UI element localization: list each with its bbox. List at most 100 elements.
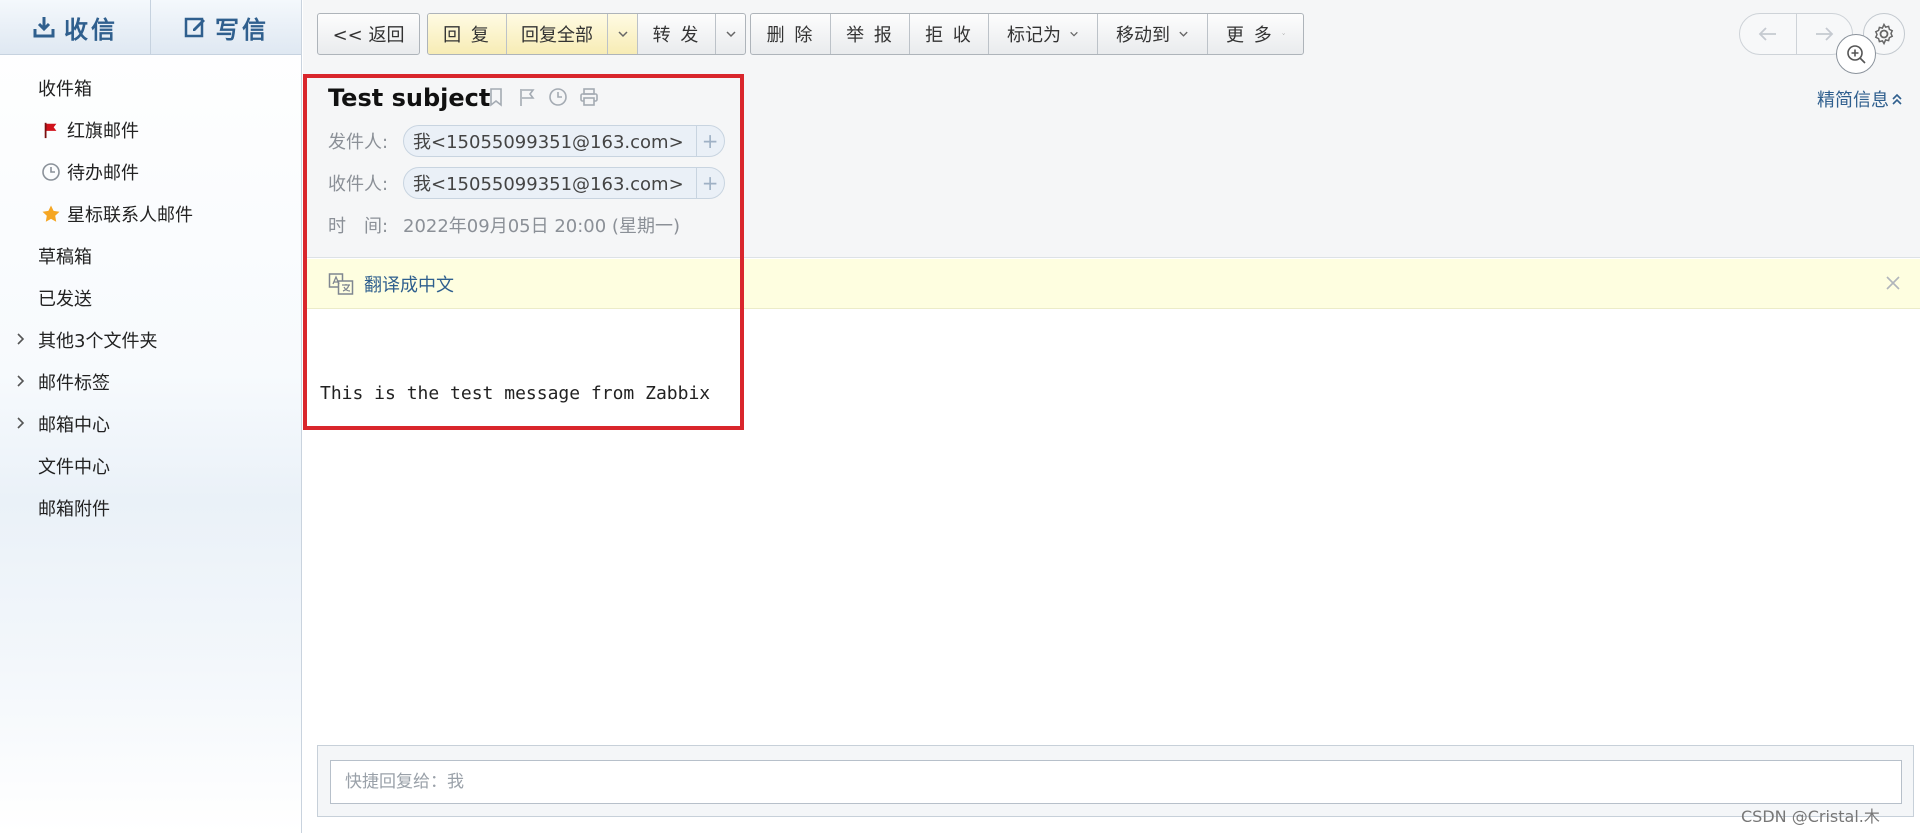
previous-message-button[interactable] — [1740, 14, 1796, 54]
quick-reply-expand-button[interactable] — [1836, 34, 1876, 74]
add-contact-button[interactable]: + — [695, 168, 724, 198]
to-label: 收件人: — [328, 174, 389, 195]
chevron-down-icon — [1282, 33, 1285, 35]
close-icon[interactable] — [1883, 273, 1903, 293]
folder-attachments[interactable]: 邮箱附件 — [0, 487, 301, 529]
reply-all-button[interactable]: 回复全部 — [506, 14, 607, 54]
toolbar: << 返回 回 复 回复全部 转 发 删 除 举 报 拒 收 标记为 移动到 更… — [303, 0, 1920, 66]
folder-other[interactable]: 其他3个文件夹 — [0, 319, 301, 361]
folder-red-flag[interactable]: 红旗邮件 — [0, 109, 301, 151]
chevron-down-icon — [1070, 31, 1078, 37]
action-group: 删 除 举 报 拒 收 标记为 移动到 更 多 — [750, 13, 1304, 55]
translate-bar: 翻译成中文 — [303, 259, 1920, 309]
mark-as-button[interactable]: 标记为 — [988, 14, 1097, 54]
simplify-info-label: 精简信息 — [1817, 90, 1889, 111]
subject-actions — [486, 87, 599, 107]
clock-icon[interactable] — [548, 87, 568, 107]
red-flag-icon — [40, 119, 62, 141]
folder-mail-center[interactable]: 邮箱中心 — [0, 403, 301, 445]
to-address-chip[interactable]: 我<15055099351@163.com> + — [403, 167, 725, 199]
forward-dropdown[interactable] — [715, 14, 745, 54]
reply-button[interactable]: 回 复 — [428, 14, 506, 54]
translate-icon — [328, 272, 354, 295]
time-label: 时 间: — [328, 216, 389, 237]
sidebar: 收信 写信 收件箱 红旗邮件 待办邮件 星标联系人邮件 草稿箱 已发送 其他3个… — [0, 0, 302, 833]
folder-label: 红旗邮件 — [67, 121, 139, 142]
folder-label: 已发送 — [38, 289, 92, 310]
star-icon — [40, 203, 62, 225]
from-label: 发件人: — [328, 132, 389, 153]
mark-as-label: 标记为 — [1007, 25, 1061, 46]
folder-file-center[interactable]: 文件中心 — [0, 445, 301, 487]
move-to-label: 移动到 — [1116, 25, 1170, 46]
folder-label: 邮件标签 — [38, 373, 110, 394]
arrow-right-icon — [1816, 27, 1834, 41]
chevron-down-icon — [725, 31, 736, 38]
message-header: Test subject 发件人: 我<15055099351@163.com>… — [303, 66, 1920, 258]
simplify-info-link[interactable]: 精简信息 — [1817, 86, 1903, 112]
translate-button[interactable]: 翻译成中文 — [328, 271, 454, 297]
folder-label: 收件箱 — [38, 79, 92, 100]
quick-reply-panel — [317, 745, 1914, 817]
double-chevron-up-icon — [1892, 93, 1902, 105]
chevron-right-icon[interactable] — [14, 416, 28, 430]
folder-label: 草稿箱 — [38, 247, 92, 268]
delete-button[interactable]: 删 除 — [751, 14, 830, 54]
folder-label: 邮箱附件 — [38, 499, 110, 520]
folder-label: 待办邮件 — [67, 163, 139, 184]
flag-icon[interactable] — [517, 87, 537, 107]
compose-mail-label: 写信 — [215, 15, 269, 44]
folder-mail-tags[interactable]: 邮件标签 — [0, 361, 301, 403]
receive-mail-label: 收信 — [64, 15, 118, 44]
time-row: 时 间: 2022年09月05日 20:00 (星期一) — [328, 209, 680, 241]
quick-reply-input[interactable] — [330, 760, 1902, 804]
reject-button[interactable]: 拒 收 — [909, 14, 988, 54]
zoom-in-icon — [1847, 45, 1866, 64]
arrow-left-icon — [1758, 27, 1776, 41]
more-button[interactable]: 更 多 — [1207, 14, 1303, 54]
folder-drafts[interactable]: 草稿箱 — [0, 235, 301, 277]
message-subject: Test subject — [328, 84, 491, 112]
chevron-down-icon — [1179, 31, 1188, 37]
gear-icon — [1874, 22, 1894, 46]
folder-todo[interactable]: 待办邮件 — [0, 151, 301, 193]
folder-label: 其他3个文件夹 — [38, 331, 158, 352]
forward-button[interactable]: 转 发 — [637, 14, 715, 54]
folder-list: 收件箱 红旗邮件 待办邮件 星标联系人邮件 草稿箱 已发送 其他3个文件夹 邮件… — [0, 55, 301, 529]
folder-sent[interactable]: 已发送 — [0, 277, 301, 319]
message-body: This is the test message from Zabbix — [320, 383, 711, 404]
add-contact-button[interactable]: + — [695, 126, 724, 156]
compose-mail-button[interactable]: 写信 — [150, 0, 301, 54]
main-panel: << 返回 回 复 回复全部 转 发 删 除 举 报 拒 收 标记为 移动到 更… — [303, 0, 1920, 833]
bookmark-icon[interactable] — [486, 87, 506, 107]
from-row: 发件人: 我<15055099351@163.com> + — [328, 125, 725, 157]
print-icon[interactable] — [579, 87, 599, 107]
to-address: 我<15055099351@163.com> — [413, 174, 684, 195]
folder-inbox[interactable]: 收件箱 — [0, 67, 301, 109]
folder-label: 邮箱中心 — [38, 415, 110, 436]
clock-icon — [40, 161, 62, 183]
receive-mail-button[interactable]: 收信 — [0, 0, 150, 54]
reply-group: 回 复 回复全部 转 发 — [427, 13, 746, 55]
watermark: CSDN @Cristal.木 — [1741, 807, 1880, 826]
back-button[interactable]: << 返回 — [318, 14, 419, 54]
from-address: 我<15055099351@163.com> — [413, 132, 684, 153]
sidebar-top-actions: 收信 写信 — [0, 0, 301, 55]
chevron-right-icon[interactable] — [14, 374, 28, 388]
reply-all-dropdown[interactable] — [607, 14, 637, 54]
back-group: << 返回 — [317, 13, 420, 55]
inbox-download-icon — [33, 17, 55, 38]
folder-label: 星标联系人邮件 — [67, 205, 193, 226]
chevron-down-icon — [617, 31, 628, 38]
report-button[interactable]: 举 报 — [830, 14, 909, 54]
to-row: 收件人: 我<15055099351@163.com> + — [328, 167, 725, 199]
folder-label: 文件中心 — [38, 457, 110, 478]
from-address-chip[interactable]: 我<15055099351@163.com> + — [403, 125, 725, 157]
move-to-button[interactable]: 移动到 — [1097, 14, 1207, 54]
more-label: 更 多 — [1226, 25, 1274, 46]
time-value: 2022年09月05日 20:00 (星期一) — [403, 216, 680, 237]
compose-edit-icon — [184, 17, 205, 38]
folder-starred-contacts[interactable]: 星标联系人邮件 — [0, 193, 301, 235]
translate-label: 翻译成中文 — [364, 274, 454, 296]
chevron-right-icon[interactable] — [14, 332, 28, 346]
